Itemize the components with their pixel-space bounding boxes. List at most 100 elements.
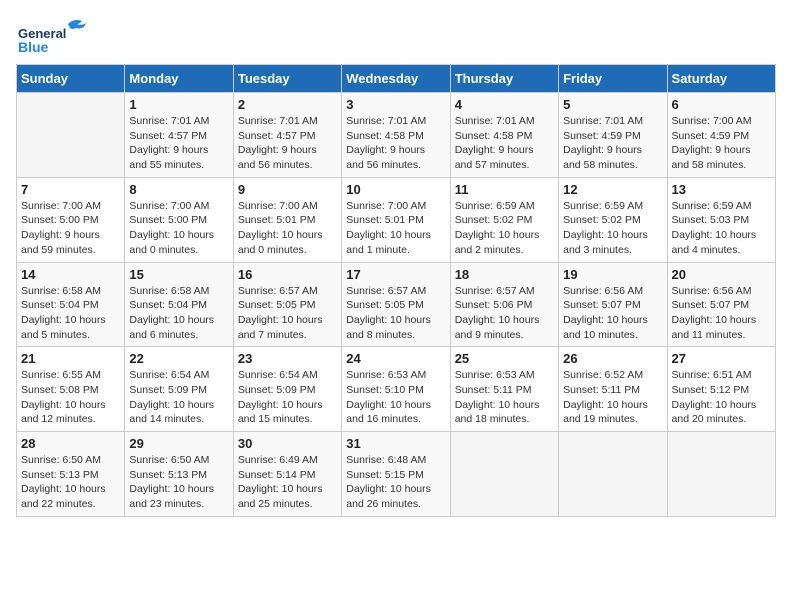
day-number: 22 (129, 351, 228, 366)
day-info: Sunrise: 6:52 AMSunset: 5:11 PMDaylight:… (563, 368, 662, 427)
day-number: 15 (129, 267, 228, 282)
calendar-cell: 16 Sunrise: 6:57 AMSunset: 5:05 PMDayligh… (233, 262, 341, 347)
calendar-week-2: 7 Sunrise: 7:00 AMSunset: 5:00 PMDaylight… (17, 177, 776, 262)
calendar-week-5: 28 Sunrise: 6:50 AMSunset: 5:13 PMDayligh… (17, 432, 776, 517)
calendar-cell: 26 Sunrise: 6:52 AMSunset: 5:11 PMDayligh… (559, 347, 667, 432)
calendar-cell: 19 Sunrise: 6:56 AMSunset: 5:07 PMDayligh… (559, 262, 667, 347)
calendar-cell: 21 Sunrise: 6:55 AMSunset: 5:08 PMDayligh… (17, 347, 125, 432)
calendar-cell: 7Sunrise: 7:00 AMSunset: 5:00 PMDaylight… (17, 177, 125, 262)
header-wednesday: Wednesday (342, 65, 450, 93)
calendar-cell: 6 Sunrise: 7:00 AMSunset: 4:59 PMDaylight… (667, 93, 775, 178)
day-number: 20 (672, 267, 771, 282)
day-number: 29 (129, 436, 228, 451)
calendar-cell: 28 Sunrise: 6:50 AMSunset: 5:13 PMDayligh… (17, 432, 125, 517)
day-number: 23 (238, 351, 337, 366)
day-info: Sunrise: 7:01 AMSunset: 4:58 PMDaylight:… (455, 114, 554, 173)
day-info: Sunrise: 6:54 AMSunset: 5:09 PMDaylight:… (129, 368, 228, 427)
header-tuesday: Tuesday (233, 65, 341, 93)
header-monday: Monday (125, 65, 233, 93)
calendar-cell: 13Sunrise: 6:59 AMSunset: 5:03 PMDayligh… (667, 177, 775, 262)
calendar-cell: 22 Sunrise: 6:54 AMSunset: 5:09 PMDayligh… (125, 347, 233, 432)
calendar-cell: 29 Sunrise: 6:50 AMSunset: 5:13 PMDayligh… (125, 432, 233, 517)
calendar-cell: 2 Sunrise: 7:01 AMSunset: 4:57 PMDaylight… (233, 93, 341, 178)
day-number: 6 (672, 97, 771, 112)
calendar-cell: 27Sunrise: 6:51 AMSunset: 5:12 PMDayligh… (667, 347, 775, 432)
day-info: Sunrise: 7:00 AMSunset: 4:59 PMDaylight:… (672, 114, 771, 173)
calendar-cell (450, 432, 558, 517)
day-info: Sunrise: 6:48 AMSunset: 5:15 PMDaylight:… (346, 453, 445, 512)
day-info: Sunrise: 7:00 AMSunset: 5:01 PMDaylight:… (346, 199, 445, 258)
calendar-cell: 8 Sunrise: 7:00 AMSunset: 5:00 PMDaylight… (125, 177, 233, 262)
day-number: 8 (129, 182, 228, 197)
svg-text:Blue: Blue (18, 39, 49, 55)
day-info: Sunrise: 6:55 AMSunset: 5:08 PMDaylight:… (21, 368, 120, 427)
calendar-cell: 11Sunrise: 6:59 AMSunset: 5:02 PMDayligh… (450, 177, 558, 262)
calendar-cell: 5 Sunrise: 7:01 AMSunset: 4:59 PMDaylight… (559, 93, 667, 178)
logo: General Blue (16, 16, 96, 56)
header-thursday: Thursday (450, 65, 558, 93)
day-info: Sunrise: 6:56 AMSunset: 5:07 PMDaylight:… (672, 284, 771, 343)
calendar-header-row: SundayMondayTuesdayWednesdayThursdayFrid… (17, 65, 776, 93)
day-info: Sunrise: 6:50 AMSunset: 5:13 PMDaylight:… (21, 453, 120, 512)
day-number: 31 (346, 436, 445, 451)
calendar-cell: 15Sunrise: 6:58 AMSunset: 5:04 PMDayligh… (125, 262, 233, 347)
day-info: Sunrise: 6:57 AMSunset: 5:05 PMDaylight:… (238, 284, 337, 343)
calendar-cell (667, 432, 775, 517)
day-number: 17 (346, 267, 445, 282)
day-number: 5 (563, 97, 662, 112)
calendar-cell: 12 Sunrise: 6:59 AMSunset: 5:02 PMDayligh… (559, 177, 667, 262)
page-header: General Blue (16, 16, 776, 56)
day-info: Sunrise: 6:59 AMSunset: 5:02 PMDaylight:… (563, 199, 662, 258)
calendar-week-3: 14 Sunrise: 6:58 AMSunset: 5:04 PMDayligh… (17, 262, 776, 347)
day-info: Sunrise: 6:56 AMSunset: 5:07 PMDaylight:… (563, 284, 662, 343)
day-number: 25 (455, 351, 554, 366)
header-friday: Friday (559, 65, 667, 93)
calendar-cell: 17 Sunrise: 6:57 AMSunset: 5:05 PMDayligh… (342, 262, 450, 347)
day-number: 27 (672, 351, 771, 366)
day-number: 1 (129, 97, 228, 112)
calendar-cell: 20 Sunrise: 6:56 AMSunset: 5:07 PMDayligh… (667, 262, 775, 347)
calendar-cell: 1 Sunrise: 7:01 AMSunset: 4:57 PMDaylight… (125, 93, 233, 178)
day-info: Sunrise: 7:01 AMSunset: 4:57 PMDaylight:… (129, 114, 228, 173)
day-info: Sunrise: 6:49 AMSunset: 5:14 PMDaylight:… (238, 453, 337, 512)
day-info: Sunrise: 7:01 AMSunset: 4:59 PMDaylight:… (563, 114, 662, 173)
calendar-cell: 9Sunrise: 7:00 AMSunset: 5:01 PMDaylight… (233, 177, 341, 262)
day-number: 13 (672, 182, 771, 197)
header-sunday: Sunday (17, 65, 125, 93)
calendar-cell (17, 93, 125, 178)
day-number: 30 (238, 436, 337, 451)
calendar-cell (559, 432, 667, 517)
day-number: 4 (455, 97, 554, 112)
day-info: Sunrise: 6:53 AMSunset: 5:11 PMDaylight:… (455, 368, 554, 427)
day-number: 19 (563, 267, 662, 282)
day-number: 2 (238, 97, 337, 112)
calendar-cell: 31 Sunrise: 6:48 AMSunset: 5:15 PMDayligh… (342, 432, 450, 517)
day-number: 9 (238, 182, 337, 197)
day-number: 3 (346, 97, 445, 112)
calendar-cell: 10Sunrise: 7:00 AMSunset: 5:01 PMDayligh… (342, 177, 450, 262)
day-info: Sunrise: 6:54 AMSunset: 5:09 PMDaylight:… (238, 368, 337, 427)
day-info: Sunrise: 6:57 AMSunset: 5:05 PMDaylight:… (346, 284, 445, 343)
day-info: Sunrise: 6:50 AMSunset: 5:13 PMDaylight:… (129, 453, 228, 512)
day-info: Sunrise: 7:01 AMSunset: 4:57 PMDaylight:… (238, 114, 337, 173)
calendar-cell: 25 Sunrise: 6:53 AMSunset: 5:11 PMDayligh… (450, 347, 558, 432)
calendar-cell: 23 Sunrise: 6:54 AMSunset: 5:09 PMDayligh… (233, 347, 341, 432)
day-number: 24 (346, 351, 445, 366)
day-number: 12 (563, 182, 662, 197)
day-number: 7 (21, 182, 120, 197)
header-saturday: Saturday (667, 65, 775, 93)
calendar-table: SundayMondayTuesdayWednesdayThursdayFrid… (16, 64, 776, 517)
day-number: 28 (21, 436, 120, 451)
day-number: 16 (238, 267, 337, 282)
day-number: 26 (563, 351, 662, 366)
day-number: 14 (21, 267, 120, 282)
day-number: 18 (455, 267, 554, 282)
day-number: 21 (21, 351, 120, 366)
calendar-cell: 3Sunrise: 7:01 AMSunset: 4:58 PMDaylight… (342, 93, 450, 178)
calendar-cell: 4 Sunrise: 7:01 AMSunset: 4:58 PMDaylight… (450, 93, 558, 178)
day-info: Sunrise: 7:00 AMSunset: 5:00 PMDaylight:… (129, 199, 228, 258)
calendar-cell: 14 Sunrise: 6:58 AMSunset: 5:04 PMDayligh… (17, 262, 125, 347)
day-info: Sunrise: 6:59 AMSunset: 5:02 PMDaylight:… (455, 199, 554, 258)
calendar-cell: 18Sunrise: 6:57 AMSunset: 5:06 PMDayligh… (450, 262, 558, 347)
day-info: Sunrise: 6:58 AMSunset: 5:04 PMDaylight:… (21, 284, 120, 343)
